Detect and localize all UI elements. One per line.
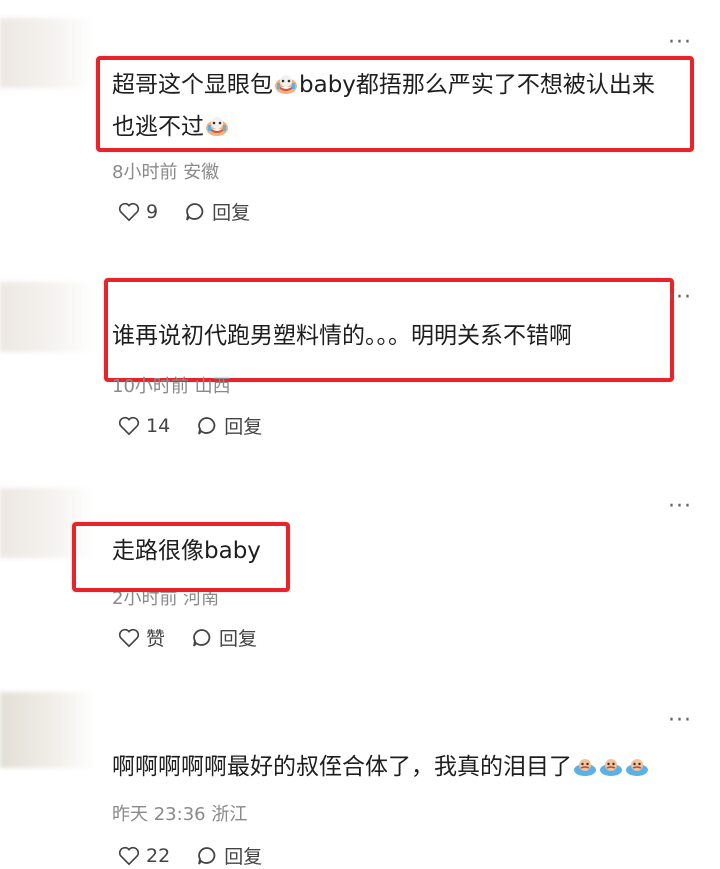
more-options-icon[interactable]: ··· bbox=[668, 708, 692, 733]
comment-meta: 昨天 23:36 浙江 bbox=[112, 804, 248, 825]
heart-icon bbox=[118, 202, 140, 221]
comment-bubble-icon bbox=[186, 202, 204, 220]
comment-bubble-icon bbox=[193, 628, 211, 646]
like-button[interactable]: 赞 bbox=[118, 624, 165, 651]
comment-actions: 14 回复 bbox=[118, 412, 288, 439]
reply-button[interactable]: 回复 bbox=[196, 842, 262, 869]
comment-bubble-icon bbox=[198, 846, 216, 864]
like-button[interactable]: 22 bbox=[118, 845, 170, 867]
reply-button[interactable]: 回复 bbox=[191, 624, 257, 651]
comment-actions: 22 回复 bbox=[118, 842, 288, 869]
reply-label: 回复 bbox=[212, 202, 251, 224]
comment-actions: 9 回复 bbox=[118, 198, 276, 225]
like-button[interactable]: 9 bbox=[118, 201, 158, 223]
comment-text-part: 啊啊啊啊啊最好的叔侄合体了，我真的泪目了 bbox=[112, 754, 572, 780]
sob-emoji-icon bbox=[625, 749, 649, 776]
sob-emoji-icon bbox=[573, 749, 597, 776]
like-label: 赞 bbox=[146, 628, 166, 650]
comment-meta: 8小时前 安徽 bbox=[112, 162, 220, 183]
comment-text: 啊啊啊啊啊最好的叔侄合体了，我真的泪目了 bbox=[112, 746, 712, 788]
avatar[interactable] bbox=[0, 18, 95, 88]
reply-label: 回复 bbox=[219, 628, 258, 650]
highlight-box bbox=[96, 56, 694, 152]
reply-button[interactable]: 回复 bbox=[196, 412, 262, 439]
like-count: 14 bbox=[146, 414, 171, 437]
more-options-icon[interactable]: ··· bbox=[668, 285, 692, 310]
heart-icon bbox=[118, 416, 140, 435]
more-options-icon[interactable]: ··· bbox=[668, 30, 692, 55]
avatar[interactable] bbox=[0, 692, 95, 768]
comment-actions: 赞 回复 bbox=[118, 624, 283, 651]
more-options-icon[interactable]: ··· bbox=[668, 494, 692, 519]
like-count: 9 bbox=[146, 200, 159, 223]
highlight-box bbox=[72, 522, 290, 592]
like-button[interactable]: 14 bbox=[118, 415, 170, 437]
comment-bubble-icon bbox=[198, 416, 216, 434]
like-count: 22 bbox=[146, 844, 171, 867]
comment-text: 谁再说初代跑男塑料情的。。。明明关系不错啊 bbox=[112, 323, 572, 349]
sob-emoji-icon bbox=[599, 749, 623, 776]
reply-label: 回复 bbox=[224, 846, 263, 868]
reply-label: 回复 bbox=[224, 416, 263, 438]
avatar[interactable] bbox=[0, 282, 95, 352]
heart-icon bbox=[118, 628, 140, 647]
reply-button[interactable]: 回复 bbox=[184, 198, 250, 225]
comment-meta: 10小时前 山西 bbox=[112, 376, 231, 397]
heart-icon bbox=[118, 846, 140, 865]
